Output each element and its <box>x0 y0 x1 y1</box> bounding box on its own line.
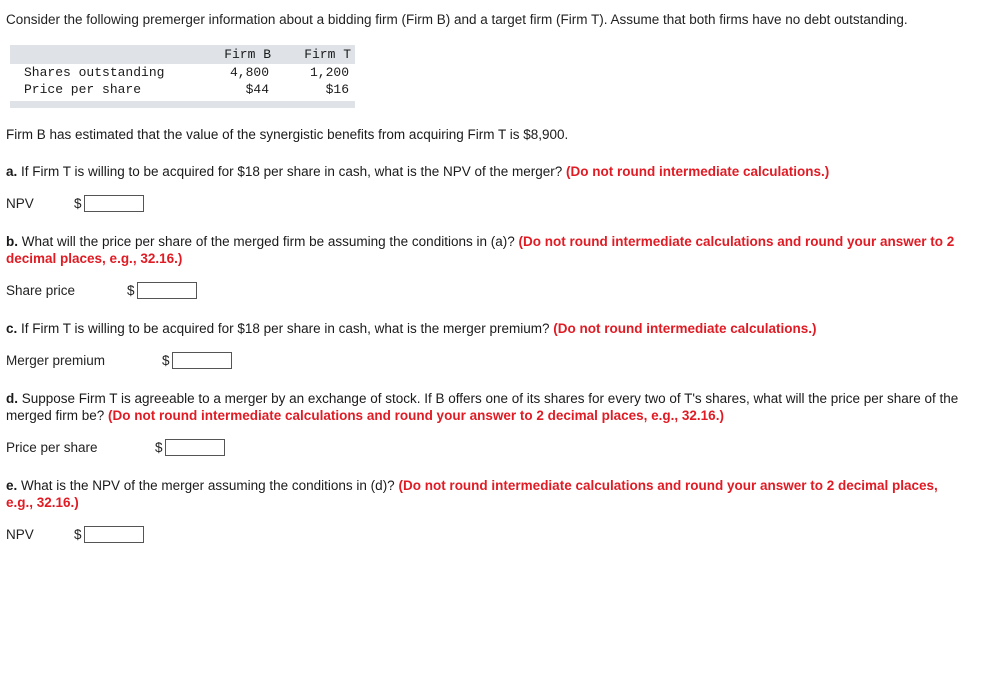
merger-premium-input-c[interactable] <box>171 352 232 369</box>
table-header-firm-t: Firm T <box>275 45 355 64</box>
answer-label-c: Merger premium <box>6 353 106 368</box>
share-price-input-b[interactable] <box>136 282 197 299</box>
question-c-marker: c. <box>6 321 18 336</box>
question-c-note: (Do not round intermediate calculations.… <box>553 321 817 336</box>
npv-input-e[interactable] <box>83 526 144 543</box>
answer-label-b: Share price <box>6 283 76 298</box>
table-header-firm-b: Firm B <box>187 45 275 64</box>
answer-label-a: NPV <box>6 196 34 211</box>
row-label-price-per-share: Price per share <box>24 82 142 97</box>
question-b-marker: b. <box>6 234 18 249</box>
currency-symbol-a: $ <box>74 196 82 211</box>
currency-symbol-e: $ <box>74 527 82 542</box>
question-d-marker: d. <box>6 391 18 406</box>
price-per-share-input-d[interactable] <box>164 439 225 456</box>
table-row: Shares outstanding 4,800 1,200 <box>10 64 355 81</box>
question-e-text: What is the NPV of the merger assuming t… <box>17 478 399 493</box>
table-header-blank <box>10 45 187 64</box>
question-d: d. Suppose Firm T is agreeable to a merg… <box>6 390 966 424</box>
answer-row-a: NPV $ <box>6 194 995 213</box>
question-a: a. If Firm T is willing to be acquired f… <box>6 163 966 180</box>
question-c-text: If Firm T is willing to be acquired for … <box>17 321 554 336</box>
table-row: Price per share $44 $16 <box>10 81 355 98</box>
answer-label-d: Price per share <box>6 440 98 455</box>
premerger-info-table: Firm B Firm T Shares outstanding 4,800 1… <box>10 45 355 98</box>
question-a-marker: a. <box>6 164 18 179</box>
question-b: b. What will the price per share of the … <box>6 233 966 267</box>
currency-symbol-c: $ <box>162 353 170 368</box>
answer-label-e: NPV <box>6 527 34 542</box>
price-per-share-firm-t: $16 <box>325 82 349 97</box>
answer-row-d: Price per share $ <box>6 438 995 457</box>
question-b-text: What will the price per share of the mer… <box>18 234 519 249</box>
shares-outstanding-firm-b: 4,800 <box>229 65 269 80</box>
answer-row-e: NPV $ <box>6 525 995 544</box>
question-a-note: (Do not round intermediate calculations.… <box>566 164 830 179</box>
npv-input-a[interactable] <box>83 195 144 212</box>
question-d-note: (Do not round intermediate calculations … <box>108 408 724 423</box>
answer-row-b: Share price $ <box>6 281 995 300</box>
price-per-share-firm-b: $44 <box>245 82 269 97</box>
answer-row-c: Merger premium $ <box>6 351 995 370</box>
synergy-statement: Firm B has estimated that the value of t… <box>6 127 569 142</box>
question-c: c. If Firm T is willing to be acquired f… <box>6 320 966 337</box>
question-a-text: If Firm T is willing to be acquired for … <box>17 164 567 179</box>
table-footer-bar <box>10 101 355 108</box>
question-e: e. What is the NPV of the merger assumin… <box>6 477 966 511</box>
problem-page: Consider the following premerger informa… <box>0 0 1005 544</box>
currency-symbol-d: $ <box>155 440 163 455</box>
row-label-shares-outstanding: Shares outstanding <box>24 65 165 80</box>
shares-outstanding-firm-t: 1,200 <box>309 65 349 80</box>
table-header-row: Firm B Firm T <box>10 45 355 64</box>
currency-symbol-b: $ <box>127 283 135 298</box>
question-e-marker: e. <box>6 478 18 493</box>
intro-paragraph: Consider the following premerger informa… <box>6 12 908 27</box>
